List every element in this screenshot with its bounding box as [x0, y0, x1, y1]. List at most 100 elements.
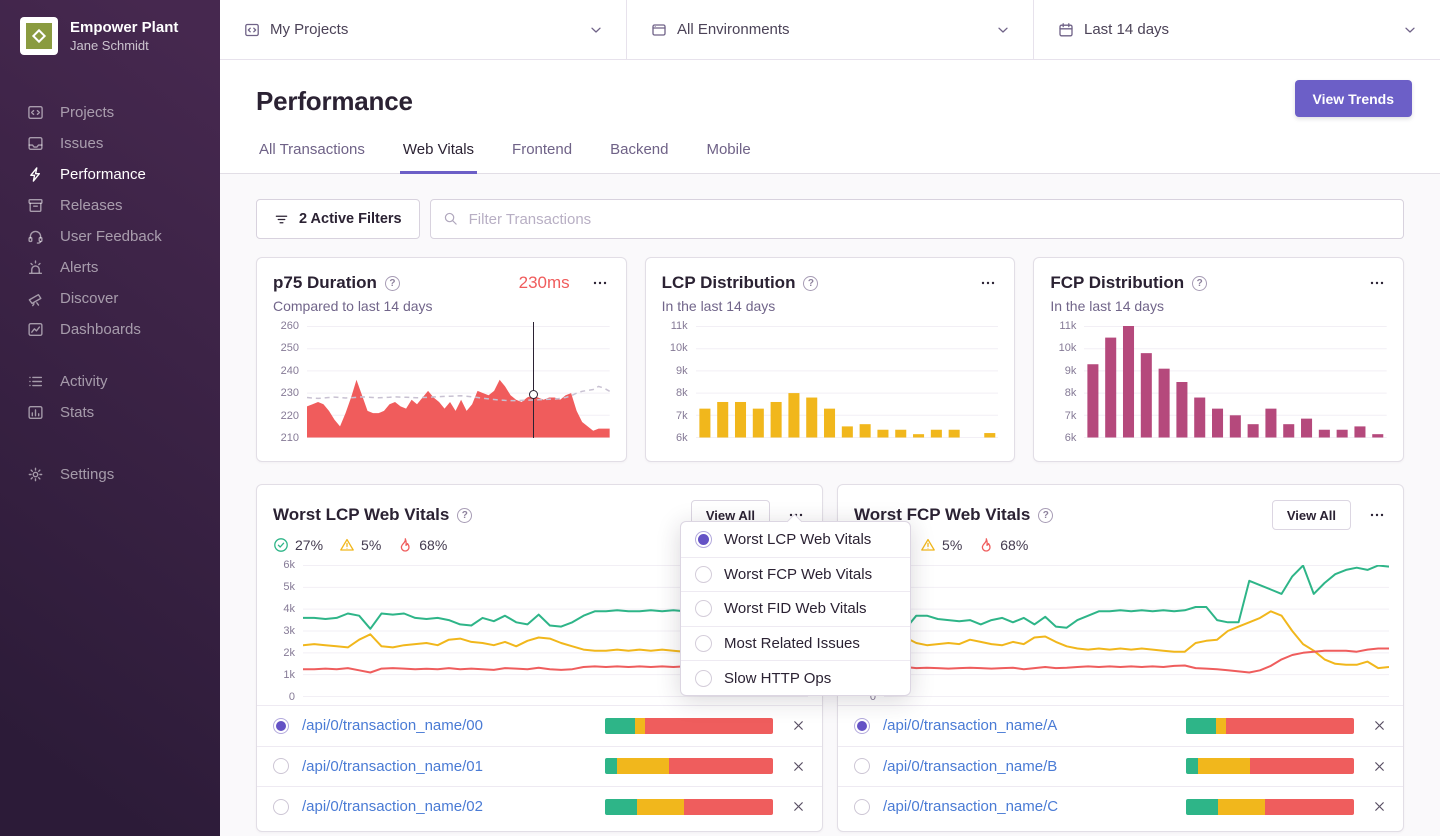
- view-all-button[interactable]: View All: [1271, 500, 1351, 530]
- tab-all-transactions[interactable]: All Transactions: [256, 141, 368, 174]
- menu-item-slow-http-ops[interactable]: Slow HTTP Ops: [681, 660, 910, 695]
- sidebar-item-label: User Feedback: [60, 228, 162, 245]
- active-filters-button[interactable]: 2 Active Filters: [256, 199, 420, 239]
- worst-fcp-line-chart: 6k5k4k3k2k1k0: [838, 559, 1389, 703]
- tab-frontend[interactable]: Frontend: [509, 141, 575, 174]
- worst-fcp-card: Worst FCP Web Vitals ? View All 27% 5% 6…: [837, 484, 1404, 832]
- dismiss-transaction-button[interactable]: [791, 799, 806, 814]
- meh-percent: 5%: [942, 537, 963, 553]
- y-axis-labels: 6k5k4k3k2k1k0: [283, 559, 295, 703]
- environment-selector-value: All Environments: [677, 21, 790, 38]
- flame-icon: [401, 538, 410, 552]
- sidebar-item-alerts[interactable]: Alerts: [0, 252, 220, 283]
- y-axis-labels: 260 250 240 230 220 210: [280, 320, 299, 444]
- fcp-bar-chart: 11k 10k 9k 8k 7k 6k: [1050, 320, 1387, 444]
- card-menu-button[interactable]: [1367, 505, 1387, 525]
- tab-backend[interactable]: Backend: [607, 141, 671, 174]
- org-switcher[interactable]: Empower Plant Jane Schmidt: [0, 0, 220, 75]
- tab-mobile[interactable]: Mobile: [703, 141, 753, 174]
- sidebar-item-settings[interactable]: Settings: [0, 459, 220, 490]
- sidebar-item-label: Projects: [60, 104, 115, 121]
- help-icon[interactable]: ?: [1038, 507, 1054, 523]
- transaction-radio[interactable]: [854, 717, 870, 734]
- y-axis-labels: 11k 10k 9k 8k 7k 6k: [1058, 320, 1077, 444]
- transaction-row: /api/0/transaction_name/02: [257, 786, 822, 827]
- transaction-radio[interactable]: [273, 717, 289, 734]
- environment-selector[interactable]: All Environments: [627, 0, 1034, 59]
- page-header: Performance View Trends All Transactions…: [220, 60, 1440, 174]
- sidebar-item-label: Alerts: [60, 259, 99, 276]
- sidebar-item-performance[interactable]: Performance: [0, 159, 220, 190]
- dismiss-transaction-button[interactable]: [791, 718, 806, 733]
- sidebar-item-user-feedback[interactable]: User Feedback: [0, 221, 220, 252]
- projects-icon: [28, 105, 43, 120]
- date-range-selector[interactable]: Last 14 days: [1034, 0, 1440, 59]
- transaction-row: /api/0/transaction_name/01: [257, 745, 822, 787]
- dismiss-transaction-button[interactable]: [791, 759, 806, 774]
- sidebar-item-dashboards[interactable]: Dashboards: [0, 314, 220, 345]
- menu-item-worst-fcp[interactable]: Worst FCP Web Vitals: [681, 556, 910, 592]
- releases-icon: [28, 198, 43, 213]
- stats-icon: [28, 405, 43, 420]
- sidebar-item-releases[interactable]: Releases: [0, 190, 220, 221]
- transaction-radio[interactable]: [273, 758, 289, 775]
- view-trends-button[interactable]: View Trends: [1294, 80, 1412, 117]
- sidebar-item-label: Issues: [60, 135, 104, 152]
- transaction-search-input[interactable]: [429, 199, 1404, 239]
- transaction-row: /api/0/transaction_name/B: [838, 745, 1403, 787]
- sidebar-item-issues[interactable]: Issues: [0, 128, 220, 159]
- transaction-row: /api/0/transaction_name/00: [257, 705, 822, 746]
- menu-item-label: Worst FID Web Vitals: [724, 600, 867, 618]
- org-name: Empower Plant: [70, 19, 179, 36]
- search-icon: [444, 212, 457, 225]
- p75-duration-card: p75 Duration ? 230ms Compared to last 14…: [256, 257, 627, 462]
- main-area: My Projects All Environments Last 14 day…: [220, 0, 1440, 836]
- dismiss-transaction-button[interactable]: [1372, 799, 1387, 814]
- filter-row: 2 Active Filters: [256, 199, 1404, 239]
- sidebar: Empower Plant Jane Schmidt Projects Issu…: [0, 0, 220, 836]
- search-wrap: [429, 199, 1404, 239]
- environment-icon: [652, 23, 666, 36]
- dismiss-transaction-button[interactable]: [1372, 759, 1387, 774]
- menu-item-worst-fid[interactable]: Worst FID Web Vitals: [681, 591, 910, 626]
- card-subtitle: In the last 14 days: [1050, 298, 1164, 314]
- transaction-link[interactable]: /api/0/transaction_name/B: [883, 758, 1186, 775]
- sidebar-item-discover[interactable]: Discover: [0, 283, 220, 314]
- transaction-radio[interactable]: [273, 798, 289, 815]
- sidebar-item-stats[interactable]: Stats: [0, 397, 220, 428]
- dashboards-icon: [28, 322, 43, 337]
- menu-radio: [695, 600, 712, 618]
- p75-area-chart: 260 250 240 230 220 210: [273, 320, 610, 444]
- help-icon[interactable]: ?: [1192, 275, 1208, 291]
- tab-web-vitals[interactable]: Web Vitals: [399, 141, 478, 174]
- poor-percent: 68%: [419, 537, 448, 553]
- activity-icon: [29, 376, 43, 387]
- transaction-radio[interactable]: [854, 798, 870, 815]
- chart-context-menu: Worst LCP Web Vitals Worst FCP Web Vital…: [680, 521, 911, 696]
- transaction-link[interactable]: /api/0/transaction_name/00: [302, 717, 605, 734]
- transaction-link[interactable]: /api/0/transaction_name/A: [883, 717, 1186, 734]
- menu-item-worst-lcp[interactable]: Worst LCP Web Vitals: [681, 522, 910, 557]
- card-menu-button[interactable]: [1367, 273, 1387, 293]
- transaction-link[interactable]: /api/0/transaction_name/02: [302, 798, 605, 815]
- help-icon[interactable]: ?: [803, 275, 819, 291]
- sidebar-item-label: Discover: [60, 290, 119, 307]
- transaction-link[interactable]: /api/0/transaction_name/C: [883, 798, 1186, 815]
- transaction-radio[interactable]: [854, 758, 870, 775]
- project-selector[interactable]: My Projects: [220, 0, 627, 59]
- card-title: p75 Duration: [273, 273, 377, 292]
- transaction-link[interactable]: /api/0/transaction_name/01: [302, 758, 605, 775]
- menu-item-most-related-issues[interactable]: Most Related Issues: [681, 625, 910, 661]
- sidebar-item-projects[interactable]: Projects: [0, 97, 220, 128]
- dismiss-transaction-button[interactable]: [1372, 718, 1387, 733]
- help-icon[interactable]: ?: [384, 275, 400, 291]
- vitals-summary: 27% 5% 68%: [838, 537, 1403, 553]
- vitals-distribution-bar: [605, 798, 773, 815]
- card-menu-button[interactable]: [978, 273, 998, 293]
- sidebar-item-label: Settings: [60, 466, 115, 483]
- help-icon[interactable]: ?: [457, 507, 473, 523]
- sidebar-item-activity[interactable]: Activity: [0, 366, 220, 397]
- card-menu-button[interactable]: [590, 273, 610, 293]
- issues-icon: [28, 136, 43, 151]
- good-percent: 27%: [295, 537, 324, 553]
